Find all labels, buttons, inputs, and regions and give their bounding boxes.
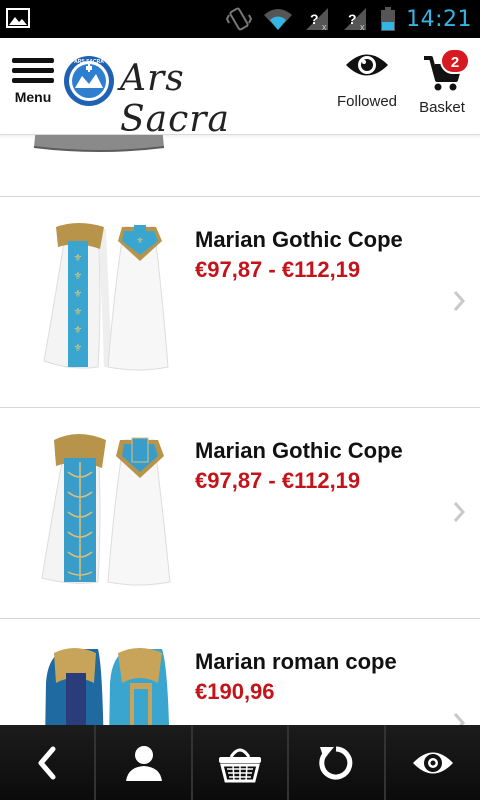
basket-button[interactable]: 2 Basket: [412, 48, 472, 116]
product-image: [45, 648, 170, 725]
clock: 14:21: [406, 6, 472, 32]
vibrate-icon: [226, 7, 253, 31]
list-item[interactable]: Marian Gothic Cope €97,87 - €112,19: [0, 408, 480, 619]
refresh-button[interactable]: [289, 725, 386, 800]
product-price: €97,87 - €112,19: [195, 257, 361, 282]
product-image: [41, 434, 171, 586]
product-list[interactable]: ⚜ ⚜ ⚜ ⚜ ⚜ ⚜ ⚜ Marian Gothic Cope €97,87 …: [0, 135, 480, 725]
menu-label: Menu: [14, 89, 52, 105]
eye-icon: [346, 54, 388, 76]
followed-label: Followed: [336, 93, 398, 110]
product-name: Marian Gothic Cope: [195, 227, 403, 252]
product-price: €97,87 - €112,19: [195, 468, 361, 493]
basket-count-badge: 2: [440, 48, 470, 74]
chevron-right-icon: [453, 713, 466, 725]
svg-text:ARS SACRA: ARS SACRA: [74, 59, 104, 65]
image-notification-icon: [6, 8, 30, 28]
product-image: ⚜ ⚜ ⚜ ⚜ ⚜ ⚜ ⚜: [43, 223, 169, 371]
list-item-partial[interactable]: [0, 135, 480, 197]
basket-icon: [219, 748, 262, 782]
status-bar: ? x ? x 14:21: [0, 0, 480, 38]
svg-text:⚜: ⚜: [74, 325, 83, 336]
svg-text:?: ?: [310, 11, 319, 27]
account-button[interactable]: [96, 725, 193, 800]
followed-button[interactable]: Followed: [334, 50, 400, 110]
product-name: Marian Gothic Cope: [195, 438, 403, 463]
product-name: Marian roman cope: [195, 649, 397, 674]
svg-text:⚜: ⚜: [74, 343, 83, 354]
product-image: [33, 135, 165, 152]
followed-nav-button[interactable]: [385, 725, 480, 800]
svg-text:⚜: ⚜: [74, 253, 83, 264]
menu-button[interactable]: Menu: [6, 58, 60, 120]
battery-icon: [381, 7, 396, 31]
hamburger-icon: [6, 58, 60, 83]
svg-text:⚜: ⚜: [74, 289, 83, 300]
bottom-nav-bar: [0, 725, 480, 800]
wifi-icon: [264, 9, 293, 30]
followed-icon: [412, 752, 453, 773]
svg-text:x: x: [322, 22, 327, 31]
product-price: €190,96: [195, 679, 275, 704]
svg-text:⚜: ⚜: [74, 271, 83, 282]
chevron-right-icon: [453, 502, 466, 522]
refresh-icon: [319, 746, 353, 779]
no-signal-icon: ? x: [344, 8, 367, 31]
app-header: Menu ARS SACRA Ars Sacra Followed 2 Bask…: [0, 38, 480, 140]
svg-text:⚜: ⚜: [74, 307, 83, 318]
svg-text:?: ?: [348, 11, 357, 27]
list-item[interactable]: ⚜ ⚜ ⚜ ⚜ ⚜ ⚜ ⚜ Marian Gothic Cope €97,87 …: [0, 197, 480, 408]
list-item[interactable]: Marian roman cope €190,96: [0, 619, 480, 725]
logo-text: Ars Sacra: [120, 58, 230, 140]
basket-label: Basket: [419, 99, 465, 116]
basket-nav-button[interactable]: [192, 725, 290, 800]
back-button[interactable]: [0, 725, 97, 800]
no-signal-icon: ? x: [306, 8, 329, 31]
ars-sacra-logo[interactable]: ARS SACRA Ars Sacra: [62, 52, 292, 140]
svg-text:x: x: [360, 22, 365, 31]
svg-text:⚜: ⚜: [136, 236, 143, 245]
logo-seal-icon: ARS SACRA: [64, 56, 114, 106]
chevron-right-icon: [453, 291, 466, 311]
account-icon: [125, 745, 162, 781]
back-icon: [38, 746, 56, 779]
